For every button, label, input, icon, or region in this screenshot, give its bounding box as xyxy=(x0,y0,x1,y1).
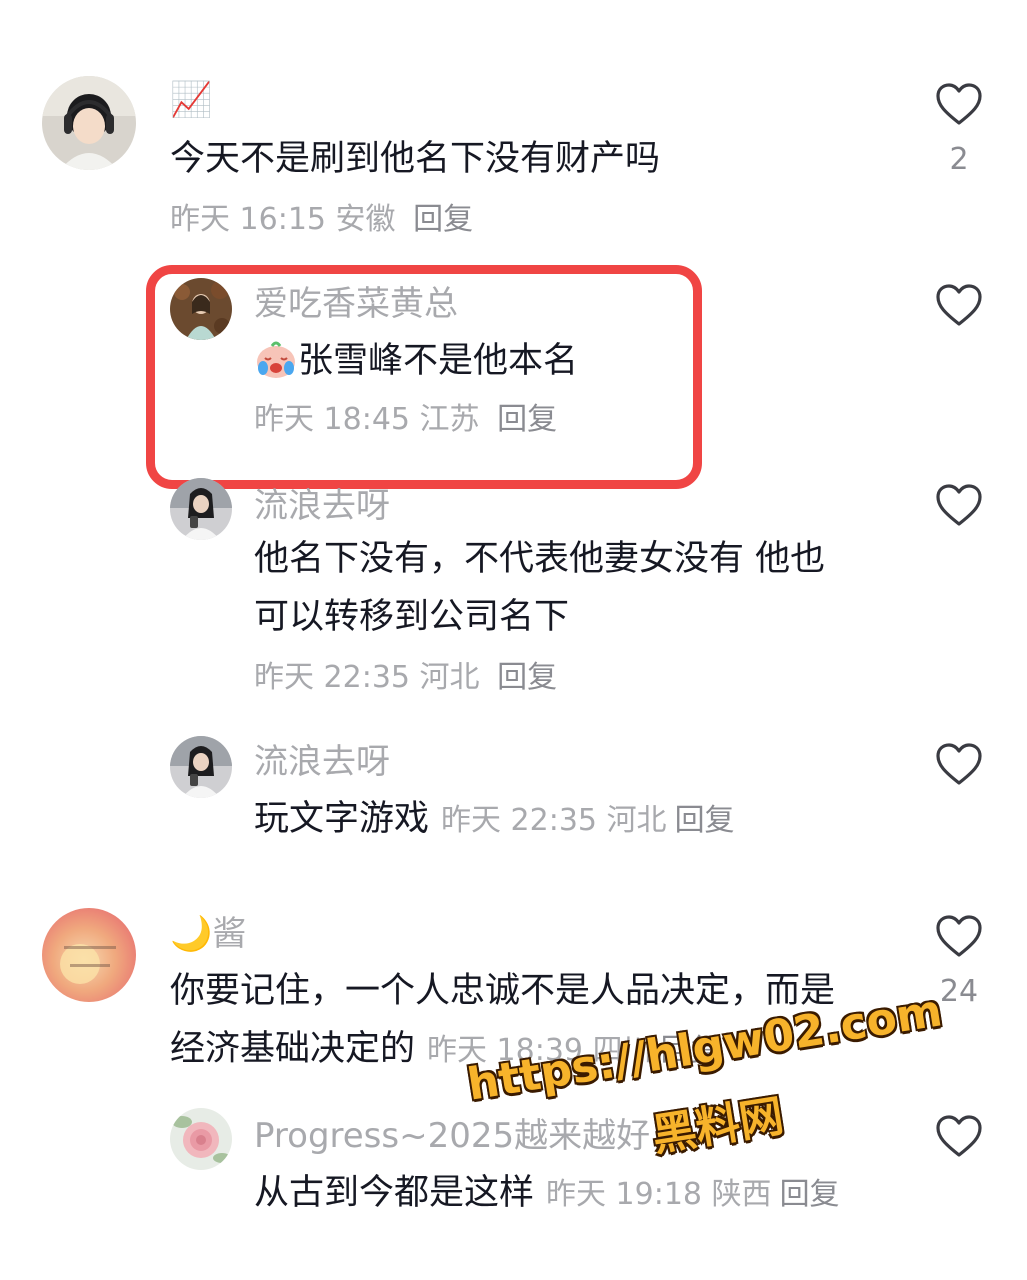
reply-meta: 昨天 22:35 河北 回复 xyxy=(254,660,557,696)
like-heart-icon[interactable] xyxy=(935,742,983,786)
reply-time: 昨天 22:35 xyxy=(254,660,410,695)
avatar[interactable] xyxy=(42,908,136,1002)
reply-username[interactable]: 流浪去呀 xyxy=(254,742,390,782)
reply-location: 江苏 xyxy=(419,402,480,437)
reply-text-content: 张雪峰不是他本名 xyxy=(298,341,579,381)
reply-button[interactable]: 回复 xyxy=(497,402,557,437)
reply-username[interactable]: 流浪去呀 xyxy=(254,486,390,526)
comment-text-content: 经济基础决定的 xyxy=(170,1029,416,1069)
watermark-name: 黑料网 xyxy=(648,1090,788,1162)
reply-meta: 昨天 18:45 江苏 回复 xyxy=(254,402,557,438)
reply-text: 张雪峰不是他本名 xyxy=(254,338,578,382)
avatar-image-girl-autumn xyxy=(170,278,232,340)
reply-text-line-1: 他名下没有，不代表他妻女没有 他也 xyxy=(254,539,826,579)
like-heart-icon[interactable] xyxy=(935,483,983,527)
reply-button[interactable]: 回复 xyxy=(675,803,735,838)
like-heart-icon[interactable] xyxy=(935,283,983,327)
avatar-image-girl-phone xyxy=(170,478,232,540)
reply-text-content: 玩文字游戏 xyxy=(254,799,430,839)
avatar-image-sunset-quote xyxy=(42,908,136,1002)
reply-text-content: 从古到今都是这样 xyxy=(254,1173,535,1213)
avatar[interactable] xyxy=(170,736,232,798)
reply-location: 河北 xyxy=(606,803,667,838)
comment-username[interactable]: 🌙酱 xyxy=(170,914,246,954)
like-heart-icon[interactable] xyxy=(935,914,983,958)
like-count: 2 xyxy=(949,142,969,177)
reply-text: 从古到今都是这样 昨天 19:18 陕西 回复 xyxy=(254,1172,840,1216)
reply-text: 玩文字游戏 昨天 22:35 河北 回复 xyxy=(254,798,735,842)
reply-button[interactable]: 回复 xyxy=(780,1177,840,1212)
avatar-image-girl-phone xyxy=(170,736,232,798)
reply-button[interactable]: 回复 xyxy=(497,660,557,695)
comment-text: 今天不是刷到他名下没有财产吗 xyxy=(170,139,661,179)
comment-meta: 昨天 16:15 安徽 回复 xyxy=(170,202,473,238)
crying-face-icon xyxy=(254,338,298,380)
like-heart-icon[interactable] xyxy=(935,1114,983,1158)
reply-time: 昨天 22:35 xyxy=(441,803,598,838)
avatar-image-flower xyxy=(170,1108,232,1170)
reply-button[interactable]: 回复 xyxy=(413,202,473,237)
reply-username[interactable]: Progress~2025越来越好 xyxy=(254,1116,650,1156)
reply-meta: 昨天 19:18 陕西 回复 xyxy=(546,1177,840,1212)
reply-location: 河北 xyxy=(419,660,480,695)
like-heart-icon[interactable] xyxy=(935,82,983,126)
avatar-image-girl-headphones xyxy=(42,76,136,170)
avatar[interactable] xyxy=(170,278,232,340)
comment-text-line-1: 你要记住，一个人忠诚不是人品决定，而是 xyxy=(170,971,836,1011)
reply-time: 昨天 19:18 xyxy=(546,1177,703,1212)
reply-time: 昨天 18:45 xyxy=(254,402,410,437)
comment-time: 昨天 16:15 xyxy=(170,202,326,237)
reply-text-line-2: 可以转移到公司名下 xyxy=(254,597,570,637)
reply-meta: 昨天 22:35 河北 回复 xyxy=(441,803,735,838)
avatar[interactable] xyxy=(170,1108,232,1170)
avatar[interactable] xyxy=(170,478,232,540)
reply-location: 陕西 xyxy=(711,1177,772,1212)
avatar[interactable] xyxy=(42,76,136,170)
reply-username[interactable]: 爱吃香菜黄总 xyxy=(254,284,458,324)
comment-username[interactable]: 📈 xyxy=(170,80,212,120)
comment-location: 安徽 xyxy=(335,202,396,237)
